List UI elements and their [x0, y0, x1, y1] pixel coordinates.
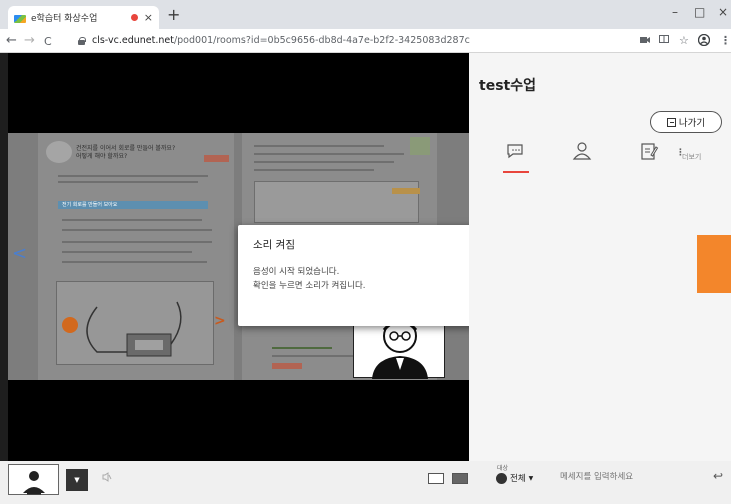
text-line: [62, 241, 212, 243]
tab-title: e학습터 화상수업: [31, 14, 98, 24]
text-line: [254, 161, 394, 163]
target-select[interactable]: 전체 ▼: [496, 472, 533, 484]
tab-participants[interactable]: [572, 141, 602, 171]
text-line: [254, 153, 404, 155]
textbook-illustration: [46, 141, 72, 163]
reload-button[interactable]: C: [44, 34, 52, 50]
dialog-message-line1: 음성이 시작 되었습니다.: [253, 267, 340, 277]
textbook-circuit-figure: [56, 281, 214, 365]
text-line: [272, 355, 362, 357]
profile-icon[interactable]: [697, 33, 711, 50]
forward-button[interactable]: →: [24, 33, 35, 49]
exit-label: 나가기: [678, 118, 706, 129]
recording-indicator-icon: [130, 14, 138, 21]
tab-close-button[interactable]: ×: [144, 12, 153, 23]
url-host: cls-vc.edunet.net: [92, 35, 174, 46]
side-panel-orange-tab[interactable]: [697, 235, 731, 293]
text-line: [254, 145, 384, 147]
text-line: [62, 251, 192, 253]
text-line: [62, 261, 207, 263]
textbook-chapter-title: 건전지를 이어서 회로를 만들어 볼까요? 어떻게 해야 할까요?: [76, 145, 176, 160]
bottom-control-bar: ▼ 대상 전체 ▼ ↩: [0, 461, 731, 504]
my-camera-thumbnail[interactable]: [8, 464, 59, 495]
active-tab-indicator: [503, 171, 529, 173]
star-icon[interactable]: ☆: [679, 34, 689, 48]
room-title: test수업: [479, 78, 536, 94]
textbook-badge: [410, 137, 430, 155]
camera-dropdown-button[interactable]: ▼: [66, 469, 88, 491]
previous-page-arrow-icon[interactable]: <: [12, 243, 27, 264]
browser-toolbar: ← → C cls-vc.edunet.net/pod001/rooms?id=…: [0, 29, 731, 53]
textbook-tag: [204, 155, 229, 162]
browser-menu-button[interactable]: ⋮: [720, 34, 731, 48]
exit-icon: [666, 117, 676, 127]
lock-icon: [78, 37, 86, 45]
textbook-tag: [392, 188, 420, 194]
tab-notes[interactable]: [639, 141, 669, 171]
textbook-left-page: 건전지를 이어서 회로를 만들어 볼까요? 어떻게 해야 할까요? 전기 회로를…: [38, 133, 234, 380]
fullscreen-layout-icon[interactable]: [452, 473, 468, 484]
text-line: [58, 181, 198, 183]
target-label: 대상: [497, 465, 509, 472]
mic-muted-icon[interactable]: [102, 472, 112, 485]
favicon-icon: [14, 13, 26, 23]
address-bar[interactable]: cls-vc.edunet.net/pod001/rooms?id=0b5c96…: [92, 35, 470, 46]
browser-tab[interactable]: e학습터 화상수업 ×: [8, 6, 159, 29]
chevron-down-icon: ▼: [528, 474, 534, 482]
window-maximize-button[interactable]: □: [694, 5, 705, 19]
dialog-title: 소리 켜짐: [253, 239, 295, 251]
text-line: [272, 347, 332, 349]
message-input[interactable]: [560, 472, 700, 482]
window-minimize-button[interactable]: –: [672, 5, 678, 19]
camera-icon[interactable]: [640, 34, 650, 48]
side-panel: test수업 나가기 ⋮ 더보기: [469, 53, 731, 461]
new-tab-button[interactable]: +: [167, 6, 180, 24]
text-line: [254, 169, 374, 171]
dialog-message-line2: 확인을 누르면 소리가 켜집니다.: [253, 281, 366, 291]
participants-icon: [572, 142, 592, 160]
chat-icon: [507, 144, 523, 159]
textbook-tag: [272, 363, 302, 369]
target-value: 전체: [510, 474, 526, 484]
book-next-page-icon[interactable]: >: [214, 313, 226, 329]
url-path: /pod001/rooms?id=0b5c9656-db8d-4a7e-b2f2…: [173, 35, 470, 46]
orange-control-icon[interactable]: [62, 317, 78, 333]
back-button[interactable]: ←: [6, 33, 17, 49]
text-line: [62, 229, 212, 231]
reader-mode-icon[interactable]: [659, 34, 669, 48]
more-button[interactable]: 더보기: [682, 152, 701, 162]
text-line: [58, 175, 208, 177]
exit-button[interactable]: 나가기: [650, 111, 722, 133]
textbook-section-label: 전기 회로를 만들어 보아요: [62, 202, 118, 208]
pip-layout-icon[interactable]: [428, 473, 444, 484]
user-avatar-icon: [23, 471, 45, 495]
send-icon[interactable]: ↩: [713, 469, 723, 483]
user-icon: [496, 472, 507, 484]
browser-tabstrip: e학습터 화상수업 × + – □ ×: [0, 0, 731, 29]
notes-icon: [641, 143, 659, 160]
window-close-button[interactable]: ×: [718, 5, 728, 19]
tab-chat[interactable]: [505, 141, 535, 171]
text-line: [62, 219, 202, 221]
